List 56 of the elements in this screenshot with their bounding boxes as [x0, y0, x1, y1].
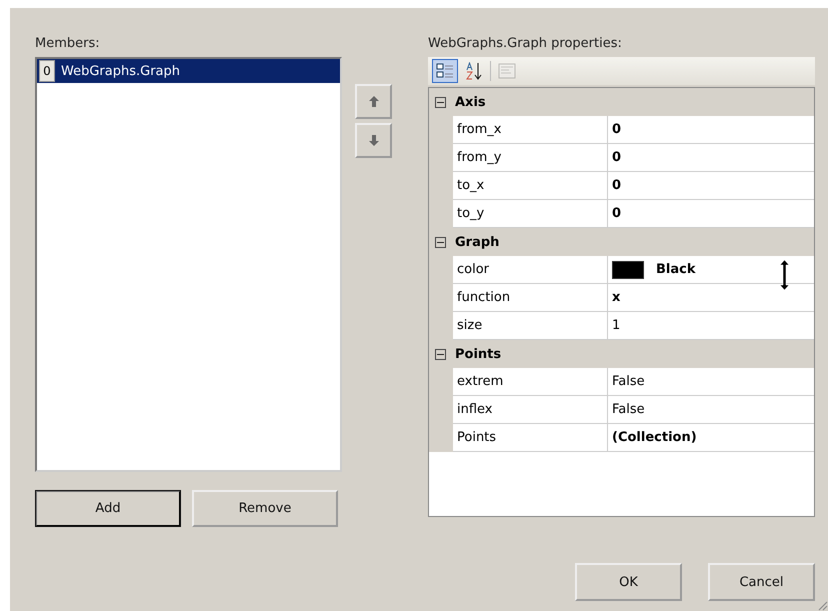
collapse-icon[interactable]	[435, 96, 446, 108]
add-button[interactable]: Add	[35, 490, 181, 527]
categorized-icon	[436, 63, 454, 79]
resize-cursor-icon	[780, 260, 789, 290]
property-value[interactable]: 0	[612, 206, 622, 221]
property-name: extrem	[457, 374, 504, 389]
property-value[interactable]: False	[612, 374, 645, 389]
property-name: function	[457, 290, 510, 305]
down-arrow-icon	[368, 135, 378, 146]
collapse-icon[interactable]	[435, 348, 446, 360]
property-name: to_x	[457, 178, 484, 193]
members-list[interactable]: 0 WebGraphs.Graph	[35, 57, 342, 472]
properties-label: WebGraphs.Graph properties:	[428, 35, 623, 53]
property-row[interactable]: inflex False	[429, 396, 814, 424]
members-label: Members:	[35, 35, 101, 53]
property-name: to_y	[457, 206, 484, 221]
property-name: size	[457, 318, 482, 333]
collapse-icon[interactable]	[435, 236, 446, 248]
property-name: from_y	[457, 150, 502, 165]
property-value[interactable]: 0	[612, 178, 622, 193]
category-name: Axis	[455, 94, 486, 110]
property-value[interactable]: 0	[612, 150, 622, 165]
resize-grip-icon	[816, 599, 828, 611]
property-row[interactable]: Points (Collection)	[429, 424, 814, 452]
category-name: Graph	[455, 234, 500, 250]
property-pages-icon	[498, 63, 516, 79]
property-name: from_x	[457, 122, 502, 137]
property-value[interactable]: 0	[612, 122, 622, 137]
cancel-button[interactable]: Cancel	[708, 563, 815, 601]
move-down-button[interactable]	[355, 123, 392, 158]
property-value[interactable]: 1	[612, 318, 620, 333]
member-item[interactable]: 0 WebGraphs.Graph	[37, 59, 340, 83]
member-name: WebGraphs.Graph	[61, 64, 180, 78]
property-row[interactable]: function x	[429, 284, 814, 312]
property-row[interactable]: color Black	[429, 256, 814, 284]
property-row[interactable]: size 1	[429, 312, 814, 340]
property-row[interactable]: to_y 0	[429, 200, 814, 228]
move-up-button[interactable]	[355, 84, 392, 119]
property-name: color	[457, 262, 490, 277]
category-name: Points	[455, 346, 502, 362]
property-name: inflex	[457, 402, 493, 417]
property-value[interactable]: (Collection)	[612, 430, 697, 445]
property-name: Points	[457, 430, 496, 445]
property-row[interactable]: to_x 0	[429, 172, 814, 200]
index-label: 0	[39, 60, 55, 82]
property-value[interactable]: False	[612, 402, 645, 417]
sort-alphabetical-icon	[465, 62, 483, 80]
property-row[interactable]: from_y 0	[429, 144, 814, 172]
ok-button[interactable]: OK	[575, 563, 682, 601]
up-arrow-icon	[368, 96, 378, 107]
property-value[interactable]: Black	[656, 262, 696, 277]
toolbar-button[interactable]	[432, 59, 458, 83]
remove-button[interactable]: Remove	[192, 490, 338, 527]
property-value[interactable]: x	[612, 290, 620, 305]
property-row[interactable]: from_x 0	[429, 116, 814, 144]
property-row[interactable]: extrem False	[429, 368, 814, 396]
